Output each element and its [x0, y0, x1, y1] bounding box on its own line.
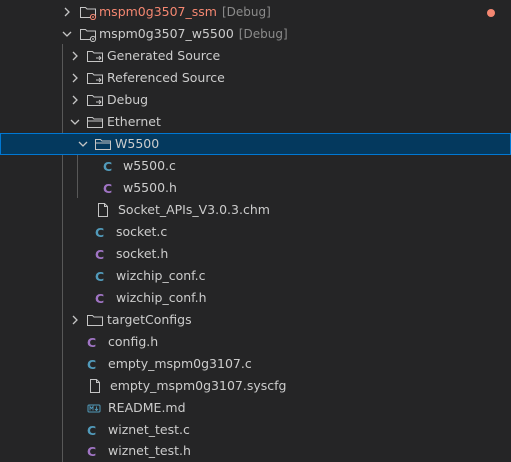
tree-item-label: socket.c	[116, 224, 168, 239]
explorer-tree: mspm0g3507_ssm [Debug] mspm0g3507_w5500 [D…	[0, 0, 511, 462]
folder-icon	[86, 309, 104, 331]
chevron-right-icon[interactable]	[68, 45, 82, 67]
tree-item-mspm0g3507-w5500[interactable]: mspm0g3507_w5500 [Debug]	[0, 23, 511, 45]
tree-item-label: Generated Source	[107, 48, 221, 63]
tree-item-label: socket.h	[116, 246, 169, 261]
h-file-icon: C	[95, 290, 105, 306]
tree-item-label: mspm0g3507_ssm	[99, 4, 217, 19]
tree-item-label: Debug	[107, 92, 149, 107]
tree-item-wiznet-test-c[interactable]: C wiznet_test.c	[0, 419, 511, 441]
c-file-icon: C	[87, 356, 97, 372]
tree-item-socket-apis-chm[interactable]: Socket_APIs_V3.0.3.chm	[0, 199, 511, 221]
chevron-right-icon[interactable]	[68, 309, 82, 331]
chevron-down-icon[interactable]	[68, 111, 82, 133]
tree-item-label: empty_mspm0g3107.syscfg	[110, 378, 287, 393]
tree-item-label: wiznet_test.c	[108, 422, 190, 437]
project-folder-icon	[79, 23, 97, 45]
c-file-icon: C	[103, 158, 113, 174]
tree-item-label: wizchip_conf.c	[116, 268, 206, 283]
tree-item-readme-md[interactable]: README.md	[0, 397, 511, 419]
tree-item-w5500-h[interactable]: C w5500.h	[0, 177, 511, 199]
tree-item-wiznet-test-h[interactable]: C wiznet_test.h	[0, 440, 511, 462]
tree-item-label: config.h	[108, 334, 159, 349]
chevron-right-icon[interactable]	[68, 89, 82, 111]
tree-item-wizchip-conf-h[interactable]: C wizchip_conf.h	[0, 287, 511, 309]
tree-item-description: [Debug]	[221, 5, 271, 19]
markdown-file-icon	[87, 397, 101, 419]
chevron-down-icon[interactable]	[76, 133, 90, 155]
tree-item-referenced-source[interactable]: Referenced Source	[0, 67, 511, 89]
tree-item-w5500[interactable]: W5500	[0, 133, 511, 155]
tree-item-label: w5500.h	[123, 180, 177, 195]
tree-item-w5500-c[interactable]: C w5500.c	[0, 155, 511, 177]
tree-item-label: mspm0g3507_w5500	[99, 26, 234, 41]
tree-item-label: Referenced Source	[107, 70, 225, 85]
tree-item-label: w5500.c	[123, 158, 176, 173]
linked-folder-icon	[86, 45, 104, 67]
h-file-icon: C	[87, 443, 97, 459]
project-folder-icon	[79, 1, 97, 23]
tree-item-generated-source[interactable]: Generated Source	[0, 45, 511, 67]
error-dot-icon	[487, 9, 495, 17]
folder-open-icon	[86, 111, 104, 133]
tree-item-ethernet[interactable]: Ethernet	[0, 111, 511, 133]
file-icon	[96, 199, 110, 221]
c-file-icon: C	[95, 268, 105, 284]
tree-item-label: wiznet_test.h	[108, 443, 191, 458]
linked-folder-icon	[86, 89, 104, 111]
tree-item-label: README.md	[108, 400, 186, 415]
chevron-right-icon[interactable]	[68, 67, 82, 89]
tree-item-label: wizchip_conf.h	[116, 290, 207, 305]
tree-item-label: targetConfigs	[107, 312, 192, 327]
tree-item-label: W5500	[115, 136, 160, 151]
tree-item-socket-h[interactable]: C socket.h	[0, 243, 511, 265]
chevron-down-icon[interactable]	[60, 23, 74, 45]
tree-item-config-h[interactable]: C config.h	[0, 331, 511, 353]
tree-item-empty-mspm0g3107-c[interactable]: C empty_mspm0g3107.c	[0, 353, 511, 375]
c-file-icon: C	[87, 422, 97, 438]
tree-item-targetconfigs[interactable]: targetConfigs	[0, 309, 511, 331]
tree-item-wizchip-conf-c[interactable]: C wizchip_conf.c	[0, 265, 511, 287]
tree-item-empty-mspm0g3107-syscfg[interactable]: empty_mspm0g3107.syscfg	[0, 375, 511, 397]
file-icon	[88, 375, 102, 397]
h-file-icon: C	[103, 180, 113, 196]
c-file-icon: C	[95, 224, 105, 240]
tree-item-description: [Debug]	[238, 27, 288, 41]
tree-item-label: Socket_APIs_V3.0.3.chm	[118, 202, 270, 217]
tree-item-socket-c[interactable]: C socket.c	[0, 221, 511, 243]
h-file-icon: C	[87, 334, 97, 350]
tree-item-debug[interactable]: Debug	[0, 89, 511, 111]
folder-open-icon	[94, 133, 112, 155]
tree-item-mspm0g3507-ssm[interactable]: mspm0g3507_ssm [Debug]	[0, 1, 511, 23]
h-file-icon: C	[95, 246, 105, 262]
tree-item-label: empty_mspm0g3107.c	[108, 356, 252, 371]
chevron-right-icon[interactable]	[60, 1, 74, 23]
linked-folder-icon	[86, 67, 104, 89]
tree-item-label: Ethernet	[107, 114, 161, 129]
